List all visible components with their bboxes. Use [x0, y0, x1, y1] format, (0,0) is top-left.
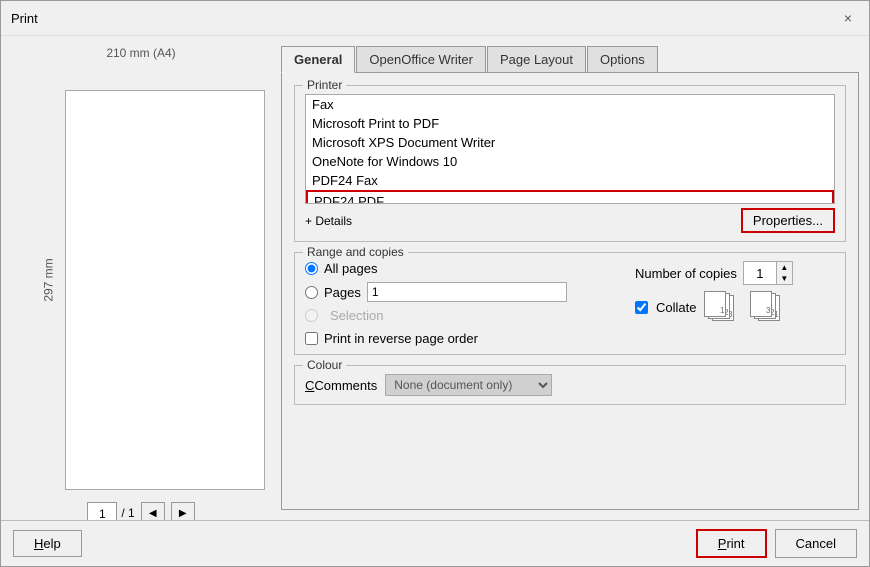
tab-page-layout[interactable]: Page Layout	[487, 46, 586, 73]
page-indicator: 1 / 1	[87, 502, 134, 520]
preview-panel: 210 mm (A4) 297 mm 1 / 1 ◀ ▶	[11, 46, 271, 510]
dialog-footer: Help Print Cancel	[1, 520, 869, 566]
selection-label: Selection	[330, 308, 383, 323]
preview-controls: 1 / 1 ◀ ▶	[87, 498, 194, 520]
copies-spinner: ▲ ▼	[776, 262, 792, 284]
printer-item-xps[interactable]: Microsoft XPS Document Writer	[306, 133, 834, 152]
collate-checkbox[interactable]	[635, 301, 648, 314]
copies-label: Number of copies	[635, 266, 737, 281]
tab-general[interactable]: General	[281, 46, 355, 73]
copies-input[interactable]	[744, 262, 776, 284]
pages-label: Pages	[324, 285, 361, 300]
selection-row: Selection	[305, 308, 615, 323]
range-left: All pages Pages Selection	[305, 261, 615, 346]
printer-item-pdf24[interactable]: PDF24 PDF	[306, 190, 834, 204]
current-page-input[interactable]: 1	[87, 502, 117, 520]
copies-row: Number of copies ▲ ▼	[635, 261, 835, 285]
cancel-button[interactable]: Cancel	[775, 529, 857, 558]
copies-up-button[interactable]: ▲	[776, 262, 792, 273]
paper-container: 210 mm (A4) 297 mm	[21, 46, 261, 490]
printer-item-pdf24fax[interactable]: PDF24 Fax	[306, 171, 834, 190]
reverse-checkbox[interactable]	[305, 332, 318, 345]
all-pages-radio[interactable]	[305, 262, 318, 275]
printer-section-label: Printer	[303, 78, 346, 92]
paper-height-label: 297 mm	[42, 258, 56, 301]
page-total: / 1	[121, 506, 134, 520]
paper-preview	[65, 90, 265, 490]
collate-icons: 3 2 1 1 2 3	[704, 291, 786, 323]
help-button[interactable]: Help	[13, 530, 82, 557]
dialog-title: Print	[11, 11, 38, 26]
comments-label: CComments	[305, 378, 377, 393]
right-panel: General OpenOffice Writer Page Layout Op…	[281, 46, 859, 510]
print-button[interactable]: Print	[696, 529, 767, 558]
colour-section-label: Colour	[303, 358, 346, 372]
printer-section: Printer Fax Microsoft Print to PDF Micro…	[294, 85, 846, 242]
footer-right: Print Cancel	[696, 529, 857, 558]
collate-label: Collate	[656, 300, 696, 315]
details-link[interactable]: + Details	[305, 214, 352, 228]
pages-input[interactable]	[367, 282, 567, 302]
collate-row: Collate 3 2 1	[635, 291, 835, 323]
close-button[interactable]: ×	[837, 7, 859, 29]
tab-content-general: Printer Fax Microsoft Print to PDF Micro…	[281, 72, 859, 510]
printer-item-ms-pdf[interactable]: Microsoft Print to PDF	[306, 114, 834, 133]
collate-icon-1: 3 2 1	[704, 291, 740, 323]
dialog-body: 210 mm (A4) 297 mm 1 / 1 ◀ ▶ General	[1, 36, 869, 520]
reverse-label: Print in reverse page order	[324, 331, 478, 346]
title-bar: Print ×	[1, 1, 869, 36]
range-section-label: Range and copies	[303, 245, 408, 259]
range-section: Range and copies All pages Pages	[294, 252, 846, 355]
printer-item-onenote[interactable]: OneNote for Windows 10	[306, 152, 834, 171]
print-dialog: Print × 210 mm (A4) 297 mm 1 / 1 ◀ ▶	[0, 0, 870, 567]
paper-size-label: 210 mm (A4)	[106, 46, 175, 60]
colour-section: Colour CComments None (document only) Co…	[294, 365, 846, 405]
copies-down-button[interactable]: ▼	[776, 273, 792, 284]
printer-item-fax[interactable]: Fax	[306, 95, 834, 114]
range-right: Number of copies ▲ ▼	[635, 261, 835, 346]
details-row: + Details Properties...	[305, 208, 835, 233]
tab-options[interactable]: Options	[587, 46, 658, 73]
selection-radio	[305, 309, 318, 322]
all-pages-row: All pages	[305, 261, 615, 276]
range-row: All pages Pages Selection	[305, 261, 835, 346]
tabs: General OpenOffice Writer Page Layout Op…	[281, 46, 859, 73]
printer-list[interactable]: Fax Microsoft Print to PDF Microsoft XPS…	[305, 94, 835, 204]
collate-icon-2: 1 2 3	[750, 291, 786, 323]
footer-left: Help	[13, 530, 82, 557]
pages-radio[interactable]	[305, 286, 318, 299]
properties-button[interactable]: Properties...	[741, 208, 835, 233]
copies-input-wrap: ▲ ▼	[743, 261, 793, 285]
pages-row: Pages	[305, 282, 615, 302]
reverse-row: Print in reverse page order	[305, 331, 615, 346]
prev-page-button[interactable]: ◀	[141, 502, 165, 520]
comments-row: CComments None (document only) Comments …	[305, 374, 835, 396]
tab-writer[interactable]: OpenOffice Writer	[356, 46, 486, 73]
all-pages-label: All pages	[324, 261, 377, 276]
next-page-button[interactable]: ▶	[171, 502, 195, 520]
comments-select[interactable]: None (document only) Comments only Docum…	[385, 374, 552, 396]
